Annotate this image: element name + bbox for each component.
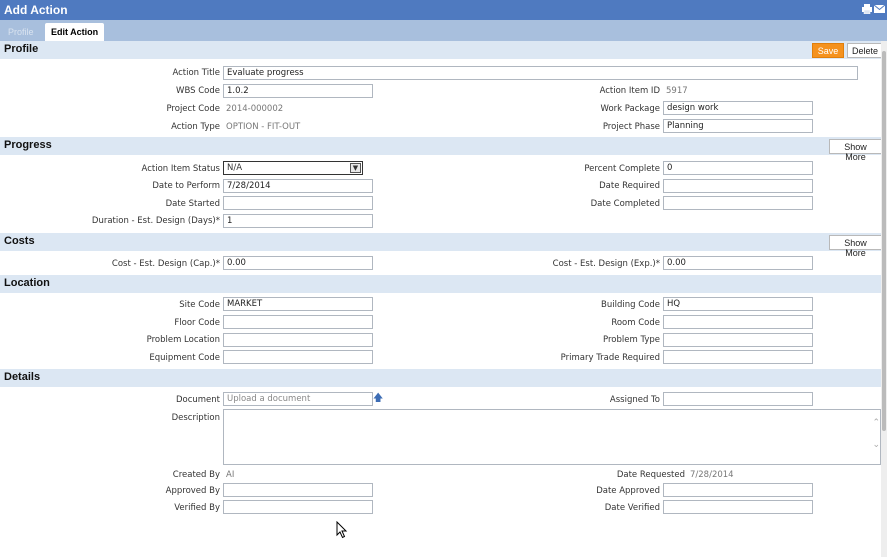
form-content: Profile Save Delete Action Title Evaluat… [0, 41, 881, 557]
duration-input[interactable]: 1 [223, 214, 373, 228]
cost-exp-input[interactable]: 0.00 [663, 256, 813, 270]
duration-label: Duration - Est. Design (Days)* [91, 216, 220, 226]
percent-complete-label: Percent Complete [584, 164, 660, 174]
action-item-status-select[interactable]: N/A ▼ [223, 161, 363, 175]
date-completed-label: Date Completed [590, 199, 660, 209]
description-textarea[interactable]: ⌃ ⌄ [223, 409, 881, 465]
date-required-input[interactable] [663, 179, 813, 193]
problem-type-input[interactable] [663, 333, 813, 347]
section-costs-header: Costs Show More [0, 233, 881, 258]
action-item-status-label: Action Item Status [141, 164, 220, 174]
costs-show-more-button[interactable]: Show More [829, 235, 881, 258]
room-code-label: Room Code [611, 318, 660, 328]
section-location-header: Location [0, 275, 881, 293]
tab-edit-action[interactable]: Edit Action [45, 23, 105, 41]
window-titlebar: Add Action [0, 0, 887, 20]
date-verified-label: Date Verified [604, 503, 660, 513]
scroll-up-icon[interactable]: ⌃ [872, 418, 880, 428]
date-approved-input[interactable] [663, 483, 813, 497]
verified-by-label: Verified By [174, 503, 220, 513]
date-to-perform-input[interactable]: 7/28/2014 [223, 179, 373, 193]
floor-code-label: Floor Code [174, 318, 220, 328]
section-title-location: Location [4, 277, 50, 289]
equipment-code-label: Equipment Code [149, 353, 220, 363]
action-item-id-label: Action Item ID [599, 86, 660, 96]
section-details-header: Details [0, 369, 881, 387]
primary-trade-input[interactable] [663, 350, 813, 364]
assigned-to-label: Assigned To [609, 395, 660, 405]
page-scrollbar[interactable] [881, 41, 887, 557]
window-title: Add Action [4, 3, 68, 17]
section-title-details: Details [4, 371, 41, 383]
cost-exp-label: Cost - Est. Design (Exp.)* [552, 259, 660, 269]
print-icon[interactable] [862, 4, 872, 14]
scrollbar-thumb[interactable] [882, 51, 886, 431]
site-code-input[interactable]: MARKET [223, 297, 373, 311]
section-profile-header: Profile Save Delete [0, 41, 881, 59]
date-verified-input[interactable] [663, 500, 813, 514]
problem-location-label: Problem Location [146, 335, 220, 345]
building-code-input[interactable]: HQ [663, 297, 813, 311]
date-started-label: Date Started [165, 199, 220, 209]
progress-show-more-button[interactable]: Show More [829, 139, 881, 162]
date-required-label: Date Required [599, 181, 660, 191]
save-button[interactable]: Save [812, 43, 844, 58]
delete-button[interactable]: Delete [847, 43, 881, 58]
action-item-id-value: 5917 [666, 86, 688, 96]
scroll-down-icon[interactable]: ⌄ [872, 440, 880, 450]
titlebar-icons [862, 4, 885, 14]
problem-type-label: Problem Type [603, 335, 660, 345]
equipment-code-input[interactable] [223, 350, 373, 364]
cost-cap-input[interactable]: 0.00 [223, 256, 373, 270]
project-phase-label: Project Phase [602, 122, 660, 132]
section-progress-header: Progress Show More [0, 137, 881, 162]
project-phase-input[interactable]: Planning [663, 119, 813, 133]
action-title-label: Action Title [172, 68, 220, 78]
action-type-value: OPTION - FIT-OUT [226, 122, 301, 132]
date-requested-value: 7/28/2014 [690, 470, 734, 480]
verified-by-input[interactable] [223, 500, 373, 514]
date-completed-input[interactable] [663, 196, 813, 210]
tab-profile[interactable]: Profile [2, 23, 40, 41]
wbs-code-label: WBS Code [176, 86, 220, 96]
action-title-input[interactable]: Evaluate progress [223, 66, 858, 80]
project-code-label: Project Code [166, 104, 220, 114]
description-label: Description [171, 413, 220, 423]
problem-location-input[interactable] [223, 333, 373, 347]
primary-trade-label: Primary Trade Required [560, 353, 660, 363]
assigned-to-input[interactable] [663, 392, 813, 406]
upload-arrow-icon[interactable]: 🡅 [373, 391, 383, 408]
tab-bar: Profile Edit Action [0, 20, 887, 41]
date-started-input[interactable] [223, 196, 373, 210]
wbs-code-input[interactable]: 1.0.2 [223, 84, 373, 98]
approved-by-input[interactable] [223, 483, 373, 497]
section-title-costs: Costs [4, 235, 35, 247]
action-type-label: Action Type [171, 122, 220, 132]
percent-complete-input[interactable]: 0 [663, 161, 813, 175]
action-item-status-value: N/A [227, 163, 243, 173]
approved-by-label: Approved By [165, 486, 220, 496]
cost-cap-label: Cost - Est. Design (Cap.)* [111, 259, 220, 269]
chevron-down-icon[interactable]: ▼ [350, 163, 361, 173]
site-code-label: Site Code [179, 300, 220, 310]
floor-code-input[interactable] [223, 315, 373, 329]
mouse-cursor-icon [336, 521, 348, 539]
document-upload-input[interactable]: Upload a document [223, 392, 373, 406]
work-package-label: Work Package [600, 104, 660, 114]
document-label: Document [175, 395, 220, 405]
project-code-value: 2014-000002 [226, 104, 284, 114]
room-code-input[interactable] [663, 315, 813, 329]
section-title-progress: Progress [4, 139, 52, 151]
section-title-profile: Profile [4, 43, 39, 55]
date-to-perform-label: Date to Perform [152, 181, 220, 191]
email-icon[interactable] [874, 4, 885, 14]
created-by-value: AI [226, 470, 235, 480]
work-package-input[interactable]: design work [663, 101, 813, 115]
date-approved-label: Date Approved [596, 486, 660, 496]
building-code-label: Building Code [601, 300, 660, 310]
created-by-label: Created By [172, 470, 220, 480]
date-requested-label: Date Requested [616, 470, 685, 480]
